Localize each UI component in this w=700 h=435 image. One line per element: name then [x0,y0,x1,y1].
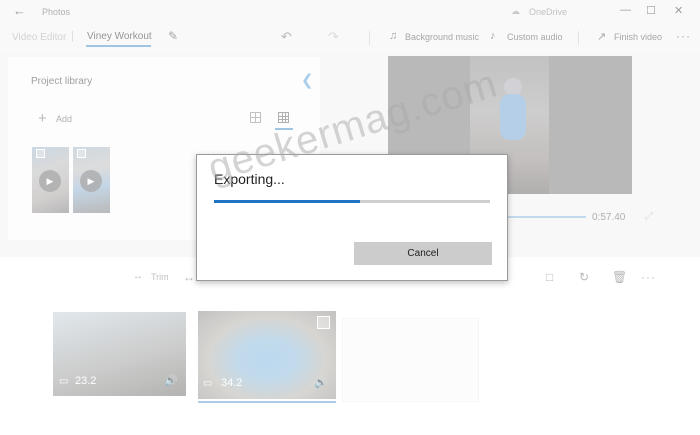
export-progress-bar [214,200,490,203]
export-progress-fill [214,200,361,203]
cancel-button[interactable]: Cancel [354,242,492,265]
